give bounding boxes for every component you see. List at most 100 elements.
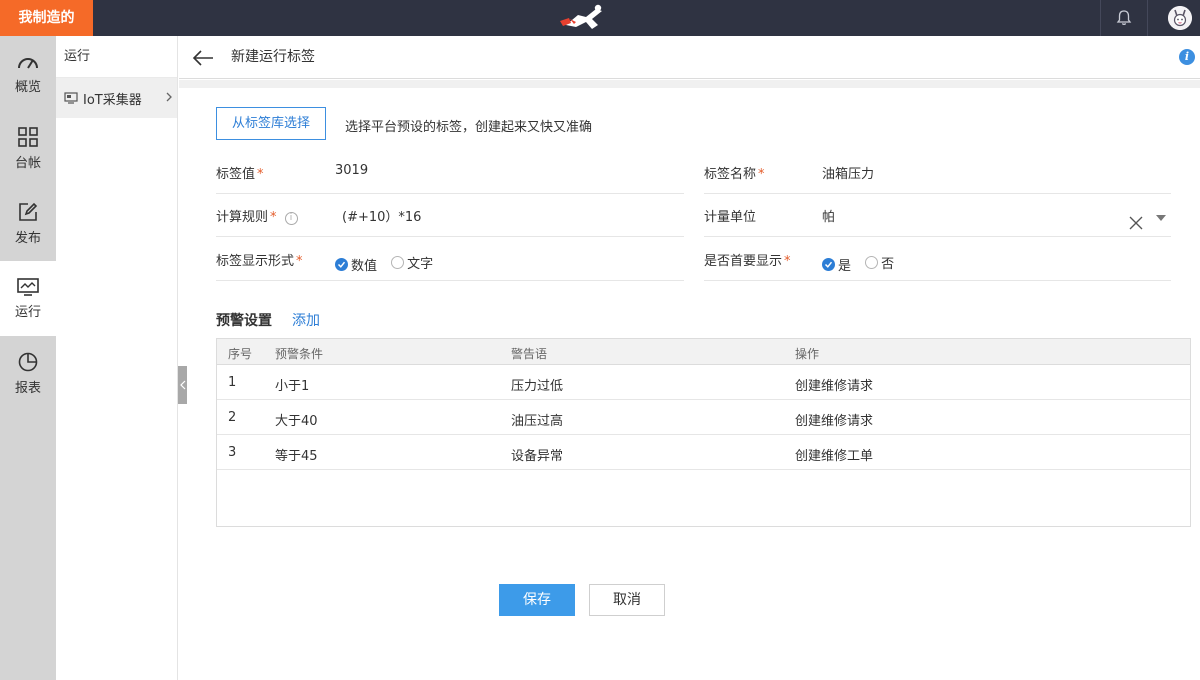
- required-mark: *: [784, 254, 791, 269]
- help-icon[interactable]: i: [284, 212, 298, 225]
- brand-label[interactable]: 我制造的: [0, 0, 93, 36]
- nav-item-run[interactable]: 运行: [0, 261, 56, 336]
- cell-action: 创建维修请求: [795, 414, 874, 429]
- table-row[interactable]: 3 等于45 设备异常 创建维修工单: [217, 435, 1190, 470]
- main-nav: 概览 台帐 发布 运行 报表: [0, 36, 56, 680]
- table-row[interactable]: 1 小于1 压力过低 创建维修请求: [217, 365, 1190, 400]
- monitor-icon: [17, 278, 39, 296]
- column-header: 预警条件: [275, 347, 324, 361]
- user-avatar-icon[interactable]: [1168, 6, 1192, 30]
- radio-no-label: 否: [881, 257, 895, 272]
- radio-text[interactable]: 文字: [391, 253, 433, 272]
- cell-condition: 等于45: [275, 449, 318, 464]
- radio-no[interactable]: 否: [865, 253, 894, 272]
- cell-action: 创建维修工单: [795, 449, 874, 464]
- nav-item-overview[interactable]: 概览: [0, 36, 56, 111]
- required-mark: *: [296, 254, 303, 269]
- info-icon[interactable]: i: [1179, 49, 1195, 65]
- display-form-label: 标签显示形式 *: [216, 254, 303, 269]
- notification-button[interactable]: [1100, 0, 1148, 36]
- page-title: 新建运行标签: [231, 49, 315, 65]
- radio-empty-icon: [865, 256, 879, 269]
- required-mark: *: [257, 167, 264, 182]
- table-row[interactable]: 2 大于40 油压过高 创建维修请求: [217, 400, 1190, 435]
- calc-rule-label: 计算规则 * i: [216, 206, 298, 225]
- column-header: 警告语: [511, 347, 548, 361]
- cell-index: 2: [228, 410, 237, 425]
- display-form-options: 数值 文字: [335, 253, 443, 274]
- runner-logo-icon: [556, 3, 608, 33]
- unit-row: 计量单位 帕: [704, 193, 1171, 237]
- tag-value-row: 标签值 * 3019: [216, 150, 684, 194]
- nav-label-run: 运行: [14, 305, 41, 320]
- radio-yes-label: 是: [838, 259, 852, 274]
- calc-rule-row: 计算规则 * i (#+10）*16: [216, 193, 684, 237]
- content-divider: [179, 80, 1200, 88]
- cell-message: 设备异常: [511, 449, 564, 464]
- tag-value-input[interactable]: 3019: [335, 163, 368, 178]
- radio-numeric-label: 数值: [351, 259, 378, 274]
- required-mark: *: [758, 167, 765, 182]
- primary-display-row: 是否首要显示 * 是 否: [704, 237, 1171, 281]
- subnav-item-iot-collector[interactable]: IoT采集器: [56, 78, 177, 118]
- unit-label: 计量单位: [704, 210, 757, 225]
- radio-text-label: 文字: [407, 257, 434, 272]
- cell-condition: 大于40: [275, 414, 318, 429]
- pie-chart-icon: [18, 352, 38, 372]
- tag-name-label: 标签名称 *: [704, 167, 765, 182]
- top-bar: 我制造的: [0, 0, 1200, 36]
- tag-name-input[interactable]: 油箱压力: [822, 163, 874, 182]
- caret-down-icon[interactable]: [1156, 215, 1166, 221]
- warning-table: 序号 预警条件 警告语 操作 1 小于1 压力过低 创建维修请求 2 大于40 …: [216, 338, 1191, 527]
- nav-item-publish[interactable]: 发布: [0, 186, 56, 261]
- table-header: 序号 预警条件 警告语 操作: [217, 339, 1190, 365]
- gauge-icon: [18, 58, 38, 69]
- tag-name-row: 标签名称 * 油箱压力: [704, 150, 1171, 194]
- primary-display-options: 是 否: [822, 253, 904, 274]
- radio-numeric[interactable]: 数值: [335, 255, 377, 274]
- required-mark: *: [270, 210, 277, 225]
- cell-message: 压力过低: [511, 379, 564, 394]
- column-header: 序号: [228, 347, 253, 361]
- select-from-library-button[interactable]: 从标签库选择: [216, 107, 326, 140]
- nav-label-reports: 报表: [14, 381, 41, 396]
- primary-display-label: 是否首要显示 *: [704, 254, 791, 269]
- sub-nav: 运行 IoT采集器: [56, 36, 178, 680]
- add-warning-link[interactable]: 添加: [292, 310, 320, 330]
- subnav-item-label: IoT采集器: [83, 92, 142, 108]
- chevron-right-icon: [166, 92, 172, 102]
- library-hint: 选择平台预设的标签，创建起来又快又准确: [345, 120, 593, 135]
- tag-value-label: 标签值 *: [216, 167, 264, 182]
- cancel-button[interactable]: 取消: [589, 584, 665, 616]
- cell-index: 1: [228, 375, 237, 390]
- warning-section-title: 预警设置: [216, 313, 272, 329]
- arrow-left-icon: [192, 50, 213, 66]
- back-button[interactable]: [191, 48, 215, 68]
- column-header: 操作: [795, 347, 820, 361]
- check-icon: [822, 258, 835, 271]
- edit-icon: [19, 202, 38, 221]
- cell-message: 油压过高: [511, 414, 564, 429]
- cell-action: 创建维修请求: [795, 379, 874, 394]
- nav-item-reports[interactable]: 报表: [0, 336, 56, 411]
- cell-condition: 小于1: [275, 379, 310, 394]
- save-button[interactable]: 保存: [499, 584, 575, 616]
- subnav-title: 运行: [56, 36, 177, 78]
- calc-rule-input[interactable]: (#+10）*16: [342, 206, 421, 225]
- nav-label-publish: 发布: [14, 231, 41, 246]
- grid-icon: [18, 127, 38, 147]
- display-form-row: 标签显示形式 * 数值 文字: [216, 237, 684, 281]
- check-icon: [335, 258, 348, 271]
- clear-icon[interactable]: [1129, 216, 1143, 230]
- radio-empty-icon: [391, 256, 405, 269]
- radio-yes[interactable]: 是: [822, 255, 851, 274]
- nav-label-ledger: 台帐: [14, 156, 41, 171]
- iot-device-icon: [64, 92, 78, 104]
- chevron-left-icon: [179, 380, 185, 390]
- cell-index: 3: [228, 445, 237, 460]
- unit-select[interactable]: 帕: [822, 206, 835, 225]
- nav-item-ledger[interactable]: 台帐: [0, 111, 56, 186]
- nav-label-overview: 概览: [14, 80, 41, 95]
- bell-icon: [1116, 10, 1132, 26]
- collapse-sidebar-button[interactable]: [178, 366, 187, 404]
